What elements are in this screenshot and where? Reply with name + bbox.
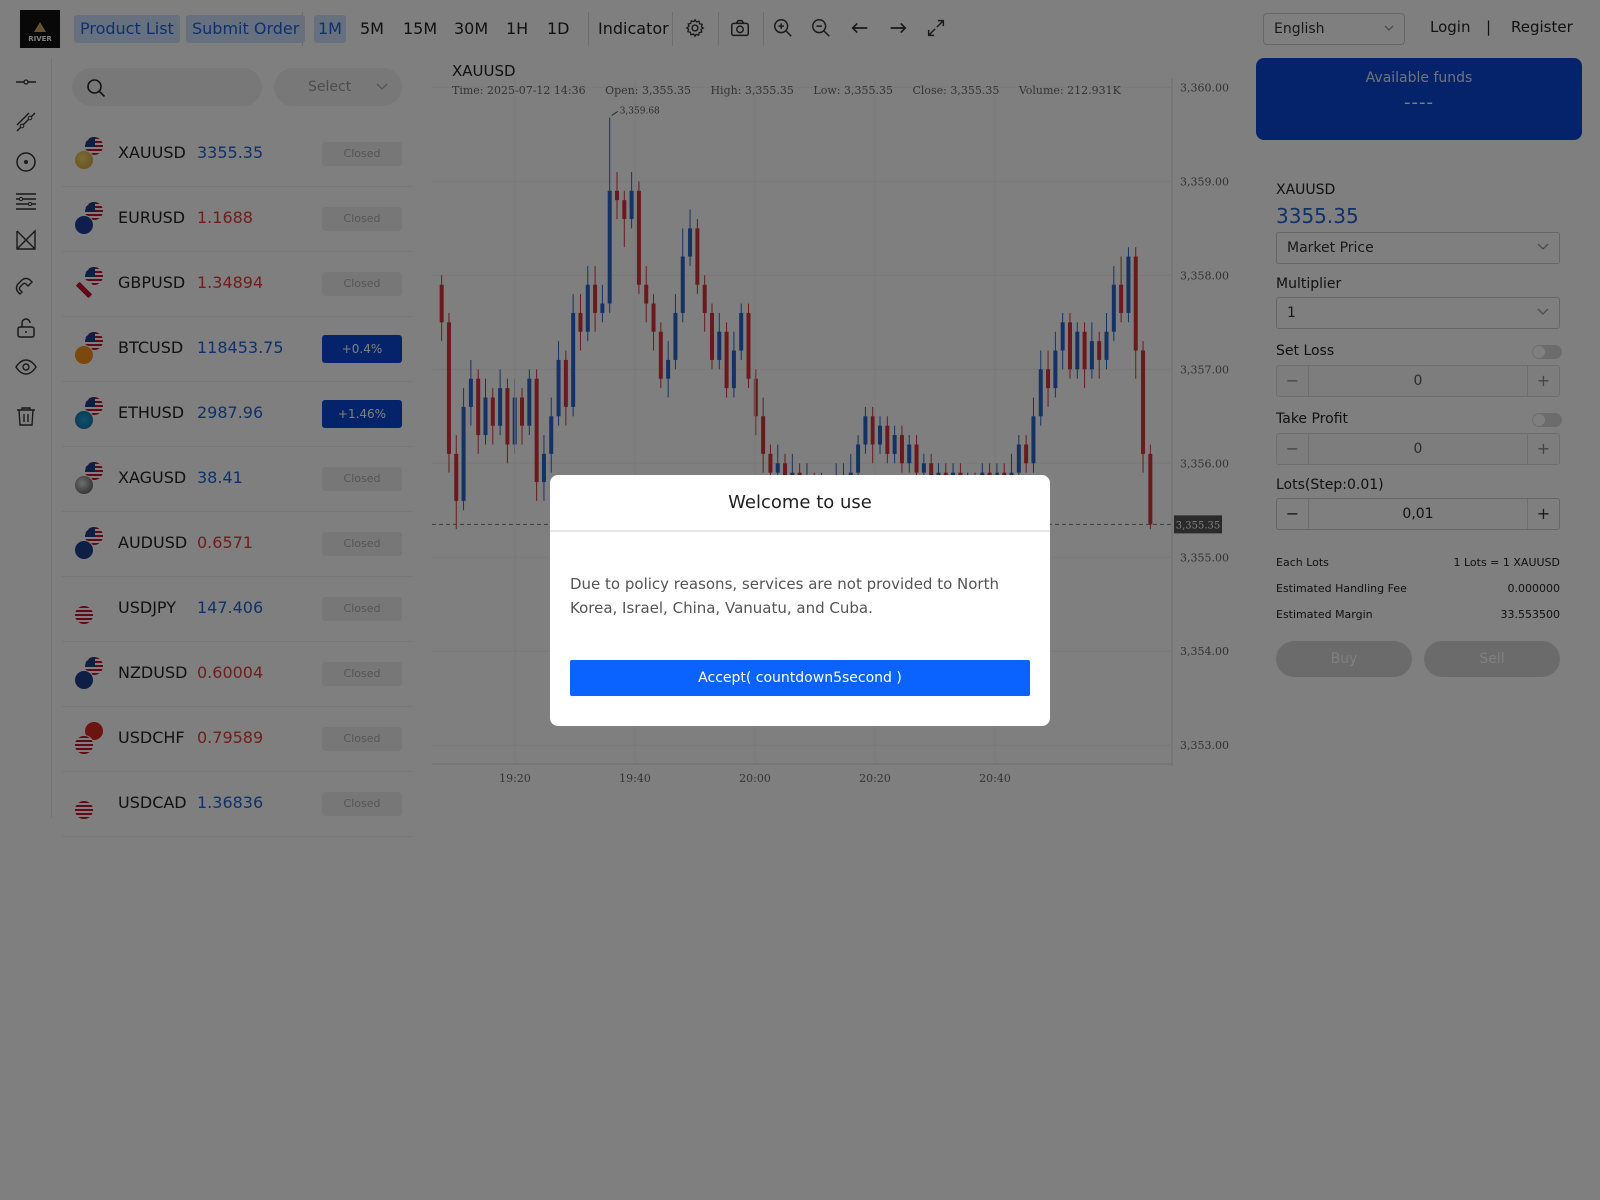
accept-button[interactable]: Accept( countdown5second ): [570, 660, 1030, 696]
modal-title: Welcome to use: [728, 492, 872, 513]
welcome-modal: Welcome to use Due to policy reasons, se…: [550, 475, 1050, 726]
modal-divider: [550, 530, 1050, 532]
modal-message: Due to policy reasons, services are not …: [570, 575, 999, 617]
